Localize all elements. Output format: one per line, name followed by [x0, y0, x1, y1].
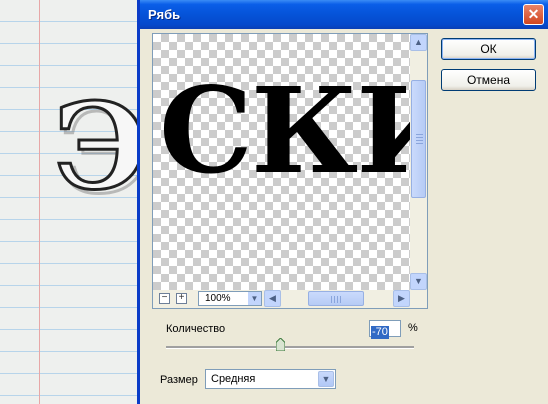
zoom-in-button[interactable]: + [176, 293, 187, 304]
grip-line [416, 134, 423, 135]
amount-value: -70 [371, 326, 389, 339]
scroll-right-button[interactable]: ▶ [393, 290, 410, 307]
chevron-right-icon: ▶ [398, 293, 405, 303]
size-label: Размер [160, 374, 198, 386]
chevron-down-icon: ▼ [248, 292, 261, 305]
zoom-out-button[interactable]: − [159, 293, 170, 304]
horizontal-scroll-thumb[interactable] [308, 291, 364, 306]
zoom-select[interactable]: 100% ▼ [198, 291, 262, 306]
size-value: Средняя [211, 373, 256, 385]
grip-line [340, 296, 341, 303]
preview-text: СКИ [159, 61, 411, 200]
grip-line [337, 296, 338, 303]
plus-icon: + [178, 292, 185, 303]
preview-vertical-scrollbar[interactable]: ▲ ▼ [410, 34, 427, 290]
zoom-value: 100% [205, 293, 231, 304]
chevron-left-icon: ◀ [269, 293, 276, 303]
grip-line [416, 137, 423, 138]
grip-line [416, 143, 423, 144]
background-document: Э Э [0, 0, 139, 404]
ripple-dialog: Рябь ✕ СКИ ▲ ▼ − + 100% [137, 0, 548, 404]
amount-slider-track[interactable] [166, 346, 414, 349]
cancel-button[interactable]: Отмена [441, 69, 536, 91]
scroll-left-button[interactable]: ◀ [264, 290, 281, 307]
dialog-title: Рябь [148, 7, 181, 22]
scroll-down-button[interactable]: ▼ [410, 273, 427, 290]
dialog-titlebar[interactable]: Рябь ✕ [140, 0, 548, 29]
size-select[interactable]: Средняя ▼ [205, 369, 336, 389]
grip-line [331, 296, 332, 303]
minus-icon: − [161, 292, 168, 303]
grip-line [416, 140, 423, 141]
chevron-up-icon: ▲ [414, 37, 423, 47]
preview-panel: СКИ ▲ ▼ − + 100% ▼ ◀ [152, 33, 428, 309]
amount-label: Количество [166, 323, 226, 335]
scroll-up-button[interactable]: ▲ [410, 34, 427, 51]
amount-slider-thumb[interactable] [276, 338, 285, 351]
preview-horizontal-scrollbar[interactable]: ◀ ▶ [264, 290, 410, 307]
ok-button[interactable]: ОК [441, 38, 536, 60]
paper-margin-line [39, 0, 40, 404]
preview-canvas[interactable]: СКИ [153, 34, 411, 290]
close-button[interactable]: ✕ [523, 4, 544, 25]
chevron-down-icon: ▼ [318, 371, 334, 387]
amount-input[interactable]: -70 [369, 320, 401, 339]
amount-unit: % [408, 322, 418, 334]
close-icon: ✕ [527, 6, 540, 22]
vertical-scroll-thumb[interactable] [411, 80, 426, 198]
background-glyph: Э [53, 77, 139, 216]
preview-bottom-bar: − + 100% ▼ ◀ ▶ [153, 290, 427, 308]
chevron-down-icon: ▼ [414, 276, 423, 286]
grip-line [334, 296, 335, 303]
